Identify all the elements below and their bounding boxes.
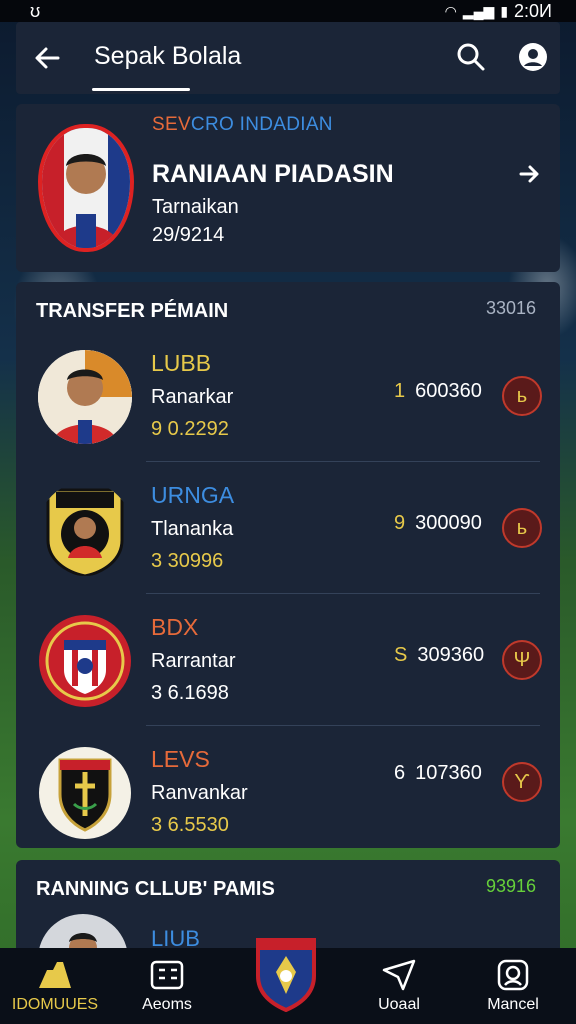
transfer-fee: 6 107360: [394, 762, 482, 784]
send-icon: [381, 958, 417, 992]
club-logo: [38, 482, 132, 576]
player-price: 3 6.1698: [151, 682, 229, 704]
nav-item-matches[interactable]: Aeoms: [112, 948, 222, 1024]
page-title: Sepak Bolala: [94, 42, 242, 70]
player-status: Ranvankar: [151, 782, 248, 804]
featured-subtitle: SEVCRO INDADIAN: [152, 114, 333, 135]
status-time: 2:0И: [514, 0, 552, 21]
currency-icon[interactable]: Ψ: [502, 640, 542, 680]
section-count: 33016: [485, 298, 536, 318]
nav-item-profile[interactable]: Mancel: [458, 948, 568, 1024]
club-logo: [38, 350, 132, 444]
featured-player-name: RANIAAN PIADASIN: [152, 160, 394, 188]
club-name: LUBB: [151, 350, 212, 376]
account-icon[interactable]: [516, 40, 550, 74]
transfer-section: TRANSFER PÉMAIN 33016 LUBB Ranarkar 9 0.…: [16, 282, 560, 848]
wifi-icon: ◠: [444, 2, 457, 19]
player-status: Ranarkar: [151, 386, 234, 408]
league-badge-button[interactable]: [254, 932, 318, 1013]
club-name: URNGA: [151, 482, 235, 508]
list-item[interactable]: BDX Rarrantar 3 6.1698 S 309360 Ψ: [16, 594, 560, 726]
transfer-fee: 9 300090: [394, 512, 482, 534]
list-item[interactable]: URNGA Tlananka 3 30996 9 300090 ь: [16, 462, 560, 594]
player-status: Rarrantar: [151, 650, 236, 672]
nav-label: Mancel: [487, 996, 539, 1013]
search-icon[interactable]: [454, 40, 488, 74]
club-name: LEVS: [151, 746, 210, 772]
player-status: Tlananka: [151, 518, 234, 540]
nav-item-send[interactable]: Uoaal: [344, 948, 454, 1024]
list-item[interactable]: LEVS Ranvankar 3 6.5530 6 107360 ϒ: [16, 726, 560, 858]
arrow-left-icon[interactable]: [30, 40, 66, 76]
nav-label: Aeoms: [142, 996, 192, 1013]
section-title: RANNING CLLUB' PAMIS: [36, 878, 275, 900]
transfer-fee: S 309360: [394, 644, 485, 666]
profile-icon: [495, 958, 531, 992]
player-crest: [38, 124, 134, 252]
nav-label: IDOMUUES: [11, 996, 99, 1013]
status-bar: ʊ ◠ ▂▄▆ ▮ 2:0И: [0, 0, 576, 22]
section-title: TRANSFER PÉMAIN: [36, 300, 229, 322]
signal-icon: ▂▄▆: [462, 2, 495, 19]
matches-icon: [149, 958, 185, 992]
featured-player-card[interactable]: SEVCRO INDADIAN RANIAAN PIADASIN Tarnaik…: [16, 104, 560, 272]
currency-icon[interactable]: ϒ: [502, 762, 542, 802]
title-underline: [92, 88, 190, 91]
player-price: 3 6.5530: [151, 814, 229, 836]
bluetooth-icon: ʊ: [30, 0, 41, 21]
featured-date: 29/9214: [152, 224, 225, 246]
player-price: 3 30996: [151, 550, 224, 572]
app-header: Sepak Bolala: [16, 22, 560, 94]
club-logo: [38, 746, 132, 840]
list-item[interactable]: LUBB Ranarkar 9 0.2292 1 600360 ь: [16, 330, 560, 462]
nav-label: Uoaal: [378, 996, 420, 1013]
section-count: 93916: [485, 876, 536, 896]
nav-item-home[interactable]: IDOMUUES: [0, 948, 110, 1024]
featured-meta: Tarnaikan: [152, 196, 239, 218]
transfer-fee: 1 600360: [394, 380, 482, 402]
home-icon: [37, 958, 73, 992]
club-name: BDX: [151, 614, 199, 640]
currency-icon[interactable]: ь: [502, 376, 542, 416]
currency-icon[interactable]: ь: [502, 508, 542, 548]
player-price: 9 0.2292: [151, 418, 229, 440]
club-logo: [38, 614, 132, 708]
arrow-right-icon[interactable]: [518, 162, 542, 193]
battery-icon: ▮: [500, 2, 509, 19]
